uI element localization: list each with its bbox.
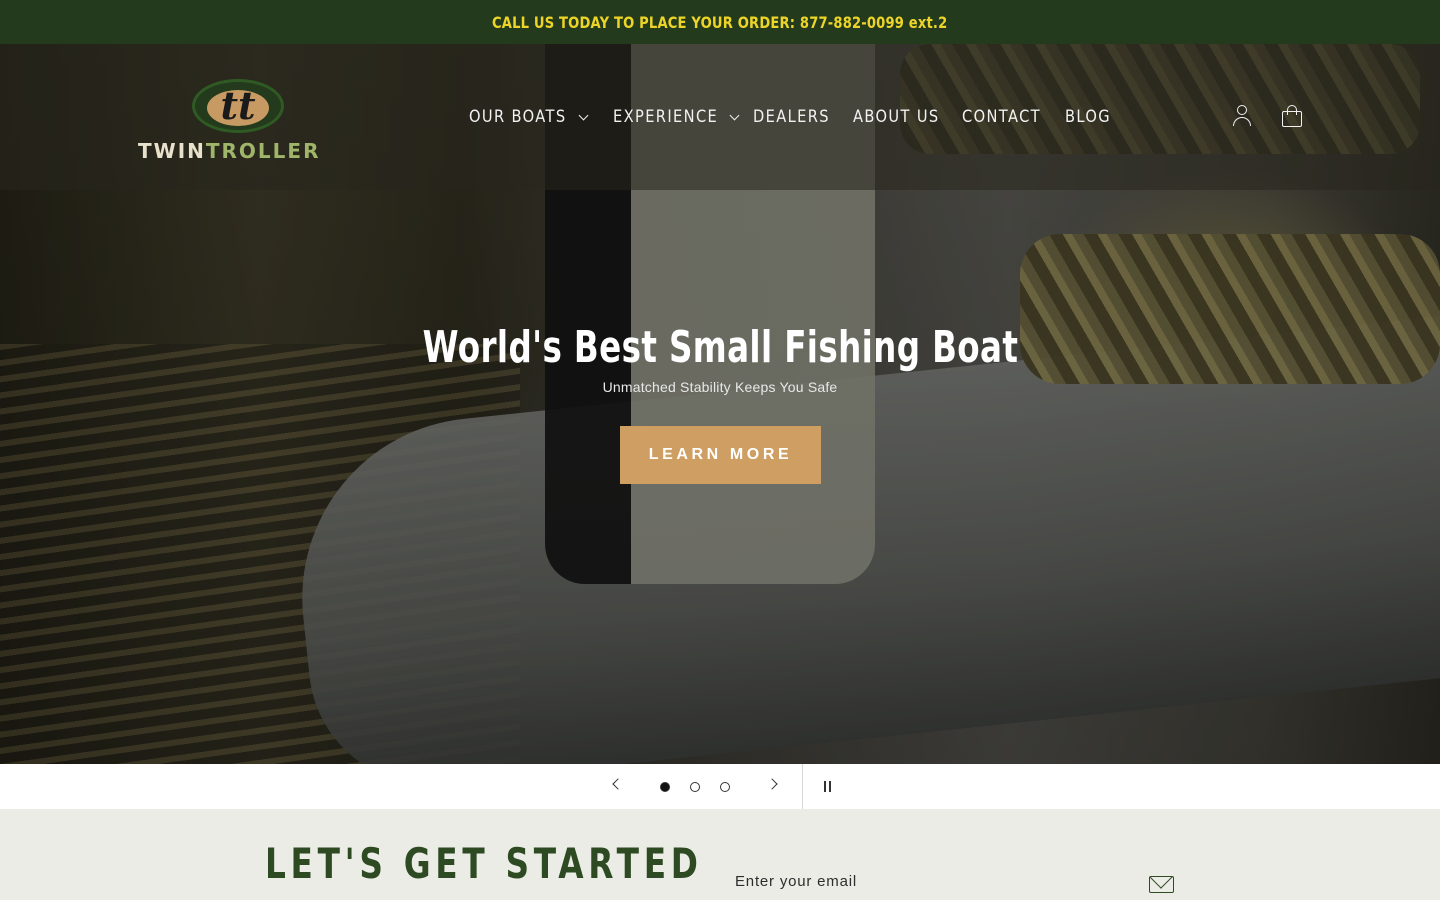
- logo-letters: tt: [220, 83, 256, 128]
- nav-label: BLOG: [1065, 107, 1111, 127]
- hero-subtitle: Unmatched Stability Keeps You Safe: [602, 379, 838, 395]
- logo-word-troller: TROLLER: [205, 139, 321, 163]
- logo-word-twin: TWIN: [138, 139, 206, 163]
- nav-label: OUR BOATS: [469, 107, 567, 127]
- main-nav: OUR BOATS EXPERIENCE DEALERS ABOUT US CO…: [469, 44, 1115, 190]
- nav-blog[interactable]: BLOG: [1065, 107, 1115, 127]
- slide-dot-1[interactable]: [660, 782, 670, 792]
- slider-divider: [802, 764, 803, 809]
- nav-experience[interactable]: EXPERIENCE: [613, 107, 753, 127]
- header-icons: [1228, 102, 1306, 130]
- nav-label: DEALERS: [753, 107, 830, 127]
- site-logo[interactable]: tt TWINTROLLER: [138, 79, 334, 169]
- pause-icon[interactable]: [823, 781, 833, 792]
- nav-contact[interactable]: CONTACT: [962, 107, 1065, 127]
- cart-icon[interactable]: [1278, 102, 1306, 130]
- slider-controls: [0, 764, 1440, 809]
- slide-dot-3[interactable]: [720, 782, 730, 792]
- nav-label: CONTACT: [962, 107, 1041, 127]
- chevron-down-icon: [578, 110, 589, 120]
- newsletter-section: LET'S GET STARTED: [0, 809, 1440, 900]
- nav-dealers[interactable]: DEALERS: [753, 107, 853, 127]
- hero-title: World's Best Small Fishing Boat: [422, 322, 1018, 373]
- nav-label: EXPERIENCE: [613, 107, 719, 127]
- account-icon[interactable]: [1228, 102, 1256, 130]
- announcement-bar: CALL US TODAY TO PLACE YOUR ORDER: 877-8…: [0, 0, 1440, 44]
- mail-icon[interactable]: [1149, 876, 1174, 893]
- nav-about-us[interactable]: ABOUT US: [853, 107, 962, 127]
- chevron-left-icon[interactable]: [612, 778, 624, 790]
- nav-label: ABOUT US: [853, 107, 940, 127]
- chevron-right-icon[interactable]: [766, 778, 778, 790]
- newsletter-title: LET'S GET STARTED: [265, 839, 703, 888]
- logo-wordmark: TWINTROLLER: [138, 139, 334, 163]
- chevron-down-icon: [729, 110, 740, 120]
- slide-dot-2[interactable]: [690, 782, 700, 792]
- learn-more-button[interactable]: LEARN MORE: [620, 426, 821, 484]
- hero-content: World's Best Small Fishing Boat Unmatche…: [0, 322, 1440, 395]
- email-input[interactable]: [735, 866, 1135, 896]
- announcement-text: CALL US TODAY TO PLACE YOUR ORDER: 877-8…: [492, 12, 948, 32]
- logo-mark: tt: [192, 79, 284, 133]
- nav-our-boats[interactable]: OUR BOATS: [469, 107, 613, 127]
